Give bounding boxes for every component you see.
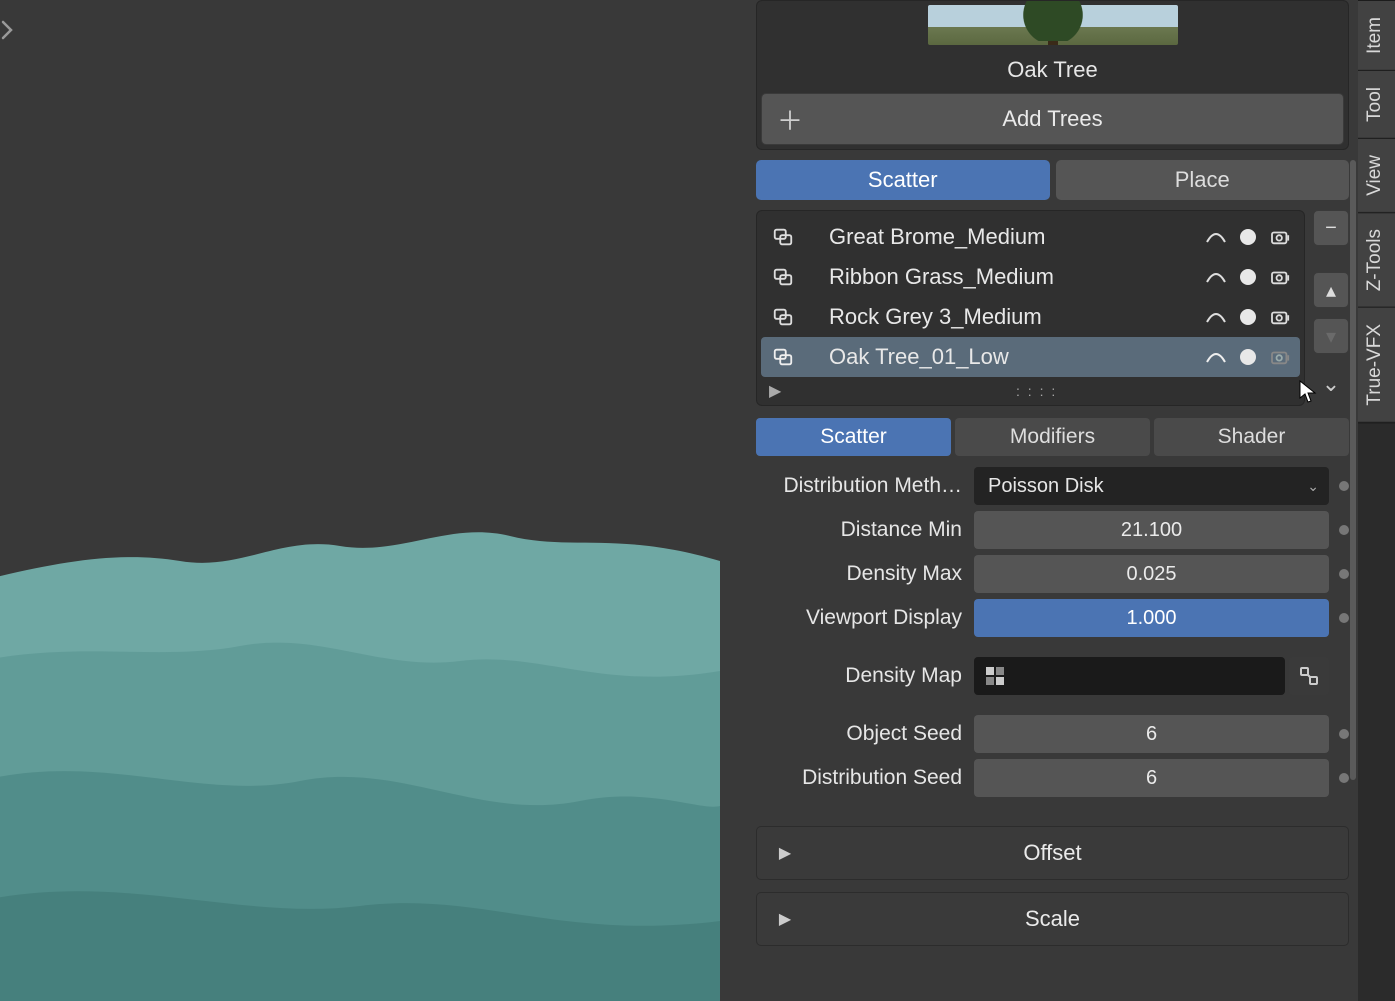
tab-scatter[interactable]: Scatter [756, 160, 1050, 200]
sidetab-item[interactable]: Item [1358, 0, 1395, 70]
move-down-button[interactable]: ▾ [1313, 318, 1349, 354]
anim-indicator[interactable] [1339, 481, 1349, 491]
layer-name: Ribbon Grass_Medium [809, 264, 1194, 290]
subtab-scatter[interactable]: Scatter [756, 418, 951, 456]
layer-icon [769, 346, 797, 368]
prop-label: Viewport Display [756, 606, 966, 630]
density-max-field[interactable]: 0.025 [974, 555, 1329, 593]
chevron-down-icon: ⌄ [1307, 478, 1319, 495]
scrollbar[interactable] [1350, 160, 1356, 780]
camera-icon[interactable] [1270, 308, 1292, 326]
list-item[interactable]: Ribbon Grass_Medium [761, 257, 1300, 297]
prop-label: Distribution Meth… [756, 474, 966, 498]
play-icon[interactable]: ▶ [769, 381, 781, 401]
distribution-seed-field[interactable]: 6 [974, 759, 1329, 797]
object-seed-field[interactable]: 6 [974, 715, 1329, 753]
viewport-3d[interactable] [0, 0, 747, 1001]
scatter-layer-list: Great Brome_Medium Ribbon Grass_Medium [756, 210, 1305, 406]
density-map-picker-button[interactable] [1289, 657, 1329, 695]
visibility-toggle[interactable] [1240, 309, 1256, 325]
density-map-field[interactable] [974, 657, 1285, 695]
asset-name-label: Oak Tree [761, 51, 1344, 93]
triangle-right-icon: ▶ [757, 843, 813, 863]
prop-density-map: Density Map [756, 656, 1349, 696]
select-value: Poisson Disk [988, 475, 1104, 498]
list-item[interactable]: Great Brome_Medium [761, 217, 1300, 257]
subtab-modifiers[interactable]: Modifiers [955, 418, 1150, 456]
list-footer: ▶ : : : : [761, 377, 1300, 401]
anim-indicator[interactable] [1339, 569, 1349, 579]
curve-icon[interactable] [1206, 310, 1226, 324]
sidetab-tool[interactable]: Tool [1358, 70, 1395, 138]
properties-panel: Oak Tree ＋ Add Trees Scatter Place Great… [747, 0, 1358, 1001]
viewport-display-field[interactable]: 1.000 [974, 599, 1329, 637]
list-item[interactable]: Rock Grey 3_Medium [761, 297, 1300, 337]
prop-distribution-seed: Distribution Seed 6 [756, 758, 1349, 798]
add-trees-button[interactable]: ＋ Add Trees [761, 93, 1344, 145]
prop-distribution-method: Distribution Meth… Poisson Disk ⌄ [756, 466, 1349, 506]
camera-icon[interactable] [1270, 228, 1292, 246]
distance-min-field[interactable]: 21.100 [974, 511, 1329, 549]
distribution-method-select[interactable]: Poisson Disk ⌄ [974, 467, 1329, 505]
curve-icon[interactable] [1206, 350, 1226, 364]
triangle-right-icon: ▶ [757, 909, 813, 929]
scale-section-toggle[interactable]: ▶ Scale [756, 892, 1349, 946]
prop-object-seed: Object Seed 6 [756, 714, 1349, 754]
curve-icon[interactable] [1206, 270, 1226, 284]
tab-place[interactable]: Place [1056, 160, 1350, 200]
offset-section-toggle[interactable]: ▶ Offset [756, 826, 1349, 880]
asset-thumbnail[interactable] [928, 5, 1178, 45]
curve-icon[interactable] [1206, 230, 1226, 244]
visibility-toggle[interactable] [1240, 349, 1256, 365]
sidetab-view[interactable]: View [1358, 138, 1395, 212]
link-icon [1298, 665, 1320, 687]
prop-label: Object Seed [756, 722, 966, 746]
list-menu-button[interactable]: ⌄ [1313, 370, 1349, 398]
sidetab-empty [1358, 422, 1395, 1001]
layer-name: Great Brome_Medium [809, 224, 1194, 250]
grip-icon[interactable]: : : : : [781, 383, 1292, 399]
list-item[interactable]: Oak Tree_01_Low [761, 337, 1300, 377]
mode-tabs: Scatter Place [756, 160, 1349, 200]
prop-label: Distance Min [756, 518, 966, 542]
layer-name: Oak Tree_01_Low [809, 344, 1194, 370]
prop-label: Distribution Seed [756, 766, 966, 790]
layer-icon [769, 226, 797, 248]
prop-density-max: Density Max 0.025 [756, 554, 1349, 594]
visibility-toggle[interactable] [1240, 269, 1256, 285]
texture-icon [984, 665, 1006, 687]
anim-indicator[interactable] [1339, 613, 1349, 623]
prop-label: Density Map [756, 664, 966, 688]
sidetab-ztools[interactable]: Z-Tools [1358, 212, 1395, 307]
list-side-buttons: − ▴ ▾ ⌄ [1313, 210, 1349, 406]
prop-distance-min: Distance Min 21.100 [756, 510, 1349, 550]
layer-name: Rock Grey 3_Medium [809, 304, 1194, 330]
remove-layer-button[interactable]: − [1313, 210, 1349, 246]
scale-label: Scale [813, 906, 1348, 932]
anim-indicator[interactable] [1339, 729, 1349, 739]
move-up-button[interactable]: ▴ [1313, 272, 1349, 308]
camera-icon[interactable] [1270, 348, 1292, 366]
asset-preview-box: Oak Tree ＋ Add Trees [756, 0, 1349, 150]
visibility-toggle[interactable] [1240, 229, 1256, 245]
terrain-mesh [0, 361, 720, 1001]
layer-icon [769, 266, 797, 288]
offset-label: Offset [813, 840, 1348, 866]
sub-tabs: Scatter Modifiers Shader [756, 418, 1349, 456]
subtab-shader[interactable]: Shader [1154, 418, 1349, 456]
prop-viewport-display: Viewport Display 1.000 [756, 598, 1349, 638]
add-trees-label: Add Trees [818, 106, 1343, 132]
layer-icon [769, 306, 797, 328]
anim-indicator[interactable] [1339, 525, 1349, 535]
prop-label: Density Max [756, 562, 966, 586]
plus-icon: ＋ [762, 101, 818, 138]
anim-indicator[interactable] [1339, 773, 1349, 783]
camera-icon[interactable] [1270, 268, 1292, 286]
side-tab-bar: Item Tool View Z-Tools True-VFX [1358, 0, 1395, 1001]
sidetab-truevfx[interactable]: True-VFX [1358, 307, 1395, 422]
